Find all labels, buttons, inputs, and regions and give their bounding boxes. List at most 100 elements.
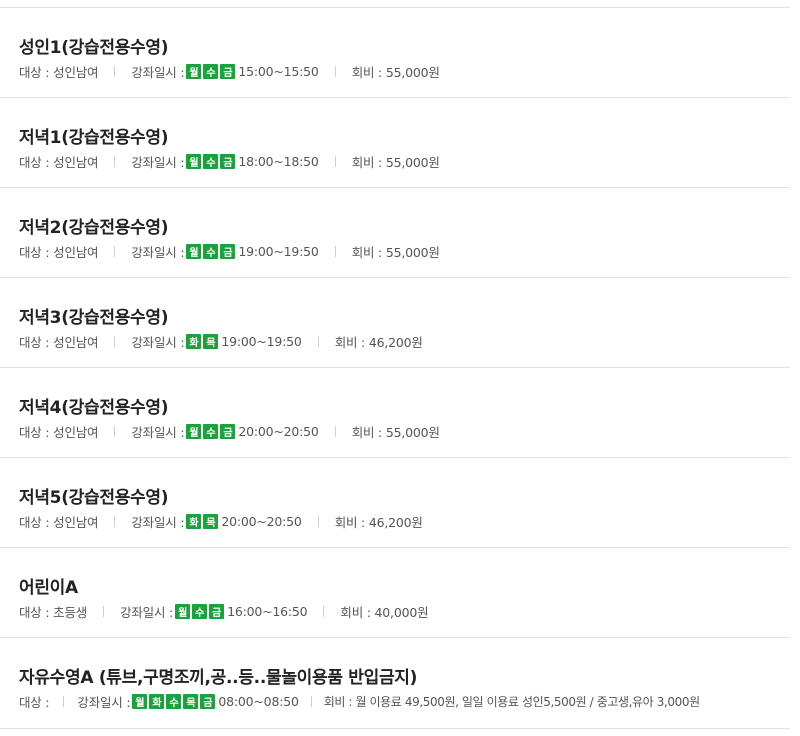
day-badge: 목 bbox=[203, 333, 219, 349]
course-title[interactable]: 성인1(강습전용수영) bbox=[19, 33, 169, 58]
course-title[interactable]: 저녁2(강습전용수영) bbox=[19, 213, 169, 238]
course-item[interactable]: 저녁5(강습전용수영) 대상 : 성인남여 강좌일시 : 화 목 20:00~2… bbox=[0, 457, 790, 547]
course-meta: 대상 : 성인남여 강좌일시 : 월 수 금 18:00~18:50 회비 : … bbox=[19, 152, 440, 170]
day-badge: 수 bbox=[166, 693, 182, 709]
schedule-label: 강좌일시 : bbox=[131, 334, 185, 350]
course-meta: 대상 : 성인남여 강좌일시 : 월 수 금 19:00~19:50 회비 : … bbox=[19, 242, 440, 260]
day-badges: 화 목 bbox=[186, 513, 219, 529]
separator bbox=[63, 695, 65, 707]
separator bbox=[334, 65, 336, 77]
fee-label: 회비 : 40,000원 bbox=[340, 604, 429, 620]
course-title[interactable]: 저녁5(강습전용수영) bbox=[19, 483, 169, 508]
course-item[interactable]: 저녁1(강습전용수영) 대상 : 성인남여 강좌일시 : 월 수 금 18:00… bbox=[0, 97, 790, 187]
target-label: 대상 : 성인남여 bbox=[19, 154, 99, 170]
fee-label: 회비 : 46,200원 bbox=[334, 334, 423, 350]
fee-label: 회비 : 46,200원 bbox=[334, 514, 423, 530]
time-range: 20:00~20:50 bbox=[221, 513, 302, 529]
day-badge: 금 bbox=[220, 243, 236, 259]
day-badge: 수 bbox=[203, 243, 219, 259]
schedule-label: 강좌일시 : bbox=[131, 244, 185, 260]
day-badge: 화 bbox=[149, 693, 165, 709]
time-range: 15:00~15:50 bbox=[238, 63, 319, 79]
separator bbox=[114, 155, 116, 167]
schedule-label: 강좌일시 : bbox=[131, 154, 185, 170]
course-item[interactable]: 어린이A 대상 : 초등생 강좌일시 : 월 수 금 16:00~16:50 회… bbox=[0, 547, 790, 637]
separator bbox=[323, 605, 325, 617]
course-meta: 대상 : 성인남여 강좌일시 : 월 수 금 20:00~20:50 회비 : … bbox=[19, 422, 440, 440]
day-badge: 금 bbox=[220, 63, 236, 79]
separator bbox=[334, 245, 336, 257]
course-title[interactable]: 자유수영A (튜브,구명조끼,공..등..물놀이용품 반입금지) bbox=[19, 663, 417, 688]
course-title[interactable]: 저녁4(강습전용수영) bbox=[19, 393, 169, 418]
separator bbox=[114, 335, 116, 347]
time-range: 20:00~20:50 bbox=[238, 423, 319, 439]
day-badges: 월 화 수 목 금 bbox=[132, 693, 216, 709]
fee-label: 회비 : 55,000원 bbox=[351, 64, 440, 80]
day-badge: 금 bbox=[220, 153, 236, 169]
course-meta: 대상 : 초등생 강좌일시 : 월 수 금 16:00~16:50 회비 : 4… bbox=[19, 602, 429, 620]
day-badge: 목 bbox=[203, 513, 219, 529]
time-range: 16:00~16:50 bbox=[227, 603, 308, 619]
course-title[interactable]: 저녁1(강습전용수영) bbox=[19, 123, 169, 148]
time-range: 19:00~19:50 bbox=[238, 243, 319, 259]
target-label: 대상 : 성인남여 bbox=[19, 334, 99, 350]
course-title[interactable]: 어린이A bbox=[19, 573, 78, 598]
fee-label: 회비 : 월 이용료 49,500원, 일일 이용료 성인5,500원 / 중고… bbox=[323, 694, 700, 709]
day-badge: 수 bbox=[203, 153, 219, 169]
separator bbox=[310, 695, 312, 707]
day-badge: 금 bbox=[200, 693, 216, 709]
target-label: 대상 : 성인남여 bbox=[19, 64, 99, 80]
course-meta: 대상 : 성인남여 강좌일시 : 화 목 19:00~19:50 회비 : 46… bbox=[19, 332, 423, 350]
target-label: 대상 : 성인남여 bbox=[19, 514, 99, 530]
course-item[interactable]: 저녁2(강습전용수영) 대상 : 성인남여 강좌일시 : 월 수 금 19:00… bbox=[0, 187, 790, 277]
day-badge: 수 bbox=[203, 423, 219, 439]
day-badge: 수 bbox=[192, 603, 208, 619]
fee-label: 회비 : 55,000원 bbox=[351, 244, 440, 260]
separator bbox=[114, 515, 116, 527]
schedule-label: 강좌일시 : bbox=[77, 694, 131, 710]
day-badges: 월 수 금 bbox=[186, 243, 236, 259]
day-badge: 월 bbox=[175, 603, 191, 619]
day-badges: 월 수 금 bbox=[186, 423, 236, 439]
fee-label: 회비 : 55,000원 bbox=[351, 154, 440, 170]
day-badges: 월 수 금 bbox=[175, 603, 225, 619]
day-badge: 금 bbox=[220, 423, 236, 439]
schedule-label: 강좌일시 : bbox=[131, 64, 185, 80]
schedule-label: 강좌일시 : bbox=[131, 424, 185, 440]
day-badge: 화 bbox=[186, 513, 202, 529]
separator bbox=[114, 65, 116, 77]
day-badges: 월 수 금 bbox=[186, 63, 236, 79]
target-label: 대상 : 성인남여 bbox=[19, 424, 99, 440]
day-badge: 수 bbox=[203, 63, 219, 79]
course-meta: 대상 : 성인남여 강좌일시 : 화 목 20:00~20:50 회비 : 46… bbox=[19, 512, 423, 530]
separator bbox=[317, 515, 319, 527]
day-badge: 금 bbox=[209, 603, 225, 619]
separator bbox=[334, 425, 336, 437]
course-meta: 대상 : 성인남여 강좌일시 : 월 수 금 15:00~15:50 회비 : … bbox=[19, 62, 440, 80]
day-badge: 화 bbox=[186, 333, 202, 349]
separator bbox=[103, 605, 105, 617]
course-item[interactable]: 저녁3(강습전용수영) 대상 : 성인남여 강좌일시 : 화 목 19:00~1… bbox=[0, 277, 790, 367]
day-badge: 월 bbox=[186, 153, 202, 169]
target-label: 대상 : 성인남여 bbox=[19, 244, 99, 260]
course-title[interactable]: 저녁3(강습전용수영) bbox=[19, 303, 169, 328]
separator bbox=[114, 425, 116, 437]
day-badges: 화 목 bbox=[186, 333, 219, 349]
target-label: 대상 : bbox=[19, 694, 50, 710]
time-range: 18:00~18:50 bbox=[238, 153, 319, 169]
separator bbox=[334, 155, 336, 167]
course-meta: 대상 : 강좌일시 : 월 화 수 목 금 08:00~08:50 회비 : 월… bbox=[19, 692, 700, 710]
day-badge: 월 bbox=[186, 63, 202, 79]
separator bbox=[114, 245, 116, 257]
target-label: 대상 : 초등생 bbox=[19, 604, 88, 620]
course-item[interactable]: 성인1(강습전용수영) 대상 : 성인남여 강좌일시 : 월 수 금 15:00… bbox=[0, 7, 790, 97]
course-item[interactable]: 자유수영A (튜브,구명조끼,공..등..물놀이용품 반입금지) 대상 : 강좌… bbox=[0, 637, 790, 729]
day-badges: 월 수 금 bbox=[186, 153, 236, 169]
separator bbox=[317, 335, 319, 347]
schedule-label: 강좌일시 : bbox=[120, 604, 174, 620]
day-badge: 목 bbox=[183, 693, 199, 709]
day-badge: 월 bbox=[132, 693, 148, 709]
day-badge: 월 bbox=[186, 243, 202, 259]
course-item[interactable]: 저녁4(강습전용수영) 대상 : 성인남여 강좌일시 : 월 수 금 20:00… bbox=[0, 367, 790, 457]
schedule-label: 강좌일시 : bbox=[131, 514, 185, 530]
